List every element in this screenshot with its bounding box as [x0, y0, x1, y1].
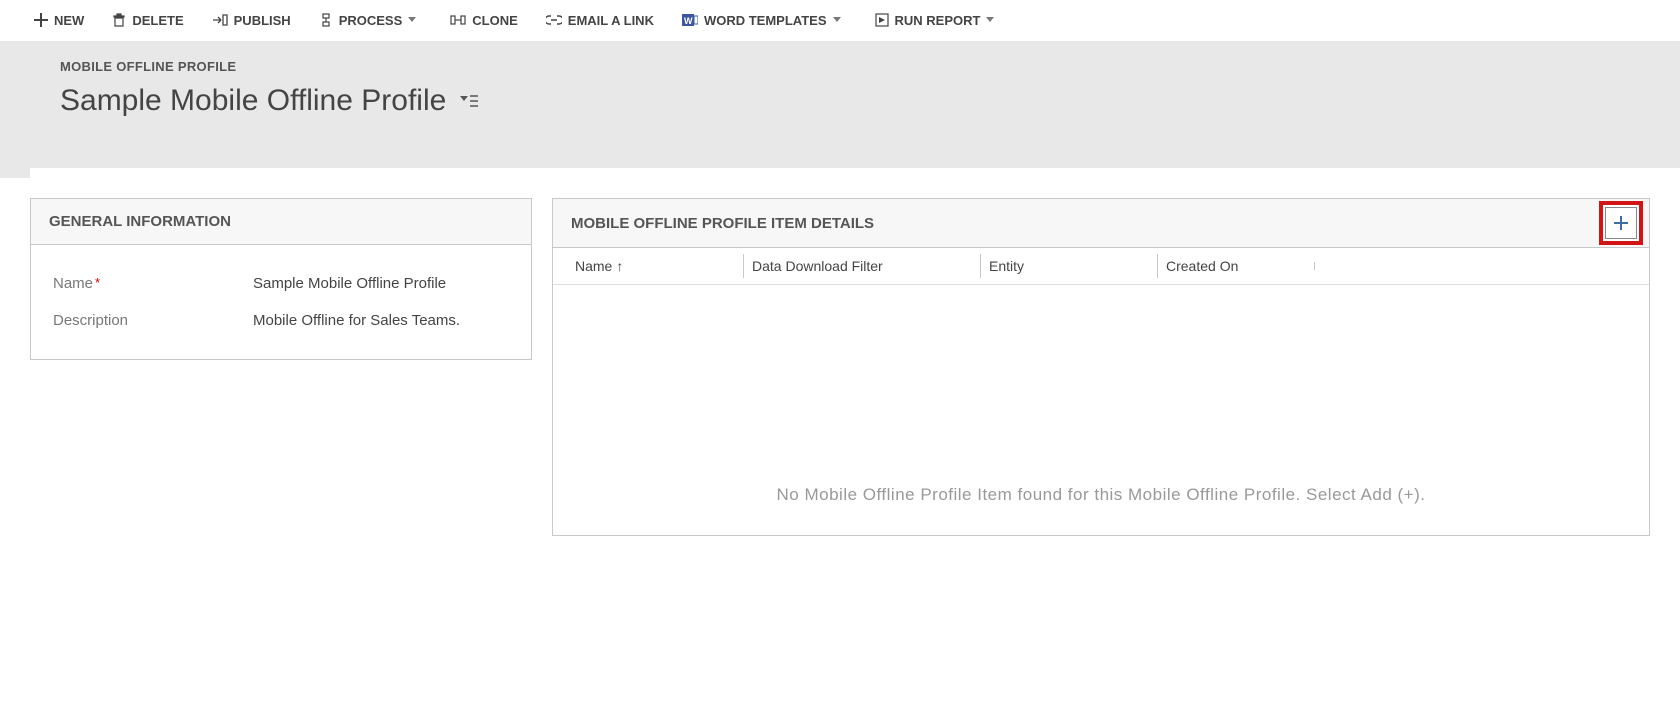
publish-icon	[212, 13, 228, 27]
svg-text:W: W	[684, 16, 693, 26]
clone-button[interactable]: CLONE	[436, 7, 532, 34]
command-bar: NEW DELETE PUBLISH PROCESS CLONE EMAIL A…	[0, 0, 1680, 41]
email-link-button[interactable]: EMAIL A LINK	[532, 7, 668, 34]
required-indicator: *	[95, 275, 100, 290]
delete-button[interactable]: DELETE	[98, 7, 197, 34]
profile-item-details-panel: MOBILE OFFLINE PROFILE ITEM DETAILS Name…	[552, 198, 1650, 536]
sort-ascending-icon: ↑	[616, 258, 623, 274]
caret-down-icon	[408, 17, 416, 23]
run-report-button-label: RUN REPORT	[895, 13, 981, 28]
word-icon: W	[682, 13, 698, 27]
trash-icon	[112, 13, 126, 27]
description-field-label: Description	[53, 312, 253, 329]
run-report-button[interactable]: RUN REPORT	[861, 7, 1015, 34]
new-button-label: NEW	[54, 13, 84, 28]
delete-button-label: DELETE	[132, 13, 183, 28]
process-icon	[319, 13, 333, 27]
grid-header-row: Name↑ Data Download Filter Entity Create…	[553, 248, 1649, 285]
add-button-highlight	[1599, 201, 1643, 245]
add-item-button[interactable]	[1605, 207, 1637, 239]
general-information-header: GENERAL INFORMATION	[31, 199, 531, 245]
clone-button-label: CLONE	[472, 13, 518, 28]
word-templates-button[interactable]: W WORD TEMPLATES	[668, 7, 861, 34]
record-title: Sample Mobile Offline Profile	[60, 84, 446, 118]
plus-icon	[1613, 215, 1629, 231]
caret-down-icon	[986, 17, 994, 23]
process-button[interactable]: PROCESS	[305, 7, 437, 34]
name-field-row: Name* Sample Mobile Offline Profile	[53, 265, 509, 302]
form-body: GENERAL INFORMATION Name* Sample Mobile …	[30, 168, 1680, 536]
column-data-download-filter[interactable]: Data Download Filter	[743, 254, 980, 278]
process-button-label: PROCESS	[339, 13, 403, 28]
caret-down-icon	[833, 17, 841, 23]
profile-item-details-header: MOBILE OFFLINE PROFILE ITEM DETAILS	[571, 215, 874, 232]
report-icon	[875, 13, 889, 27]
email-link-button-label: EMAIL A LINK	[568, 13, 654, 28]
column-entity[interactable]: Entity	[980, 254, 1157, 278]
title-dropdown-icon[interactable]	[460, 94, 478, 108]
word-templates-button-label: WORD TEMPLATES	[704, 13, 827, 28]
column-name[interactable]: Name↑	[567, 254, 743, 278]
plus-icon	[34, 13, 48, 27]
breadcrumb: MOBILE OFFLINE PROFILE	[60, 59, 1620, 74]
name-field-label: Name*	[53, 275, 253, 292]
general-information-panel: GENERAL INFORMATION Name* Sample Mobile …	[30, 198, 532, 360]
description-field-value[interactable]: Mobile Offline for Sales Teams.	[253, 312, 460, 329]
description-field-row: Description Mobile Offline for Sales Tea…	[53, 302, 509, 339]
column-created-on[interactable]: Created On	[1157, 254, 1314, 278]
empty-grid-message: No Mobile Offline Profile Item found for…	[553, 285, 1649, 535]
record-header: MOBILE OFFLINE PROFILE Sample Mobile Off…	[0, 41, 1680, 178]
clone-icon	[450, 13, 466, 27]
column-spacer	[1314, 262, 1635, 270]
link-icon	[546, 14, 562, 26]
name-field-value[interactable]: Sample Mobile Offline Profile	[253, 275, 446, 292]
publish-button[interactable]: PUBLISH	[198, 7, 305, 34]
publish-button-label: PUBLISH	[234, 13, 291, 28]
new-button[interactable]: NEW	[20, 7, 98, 34]
